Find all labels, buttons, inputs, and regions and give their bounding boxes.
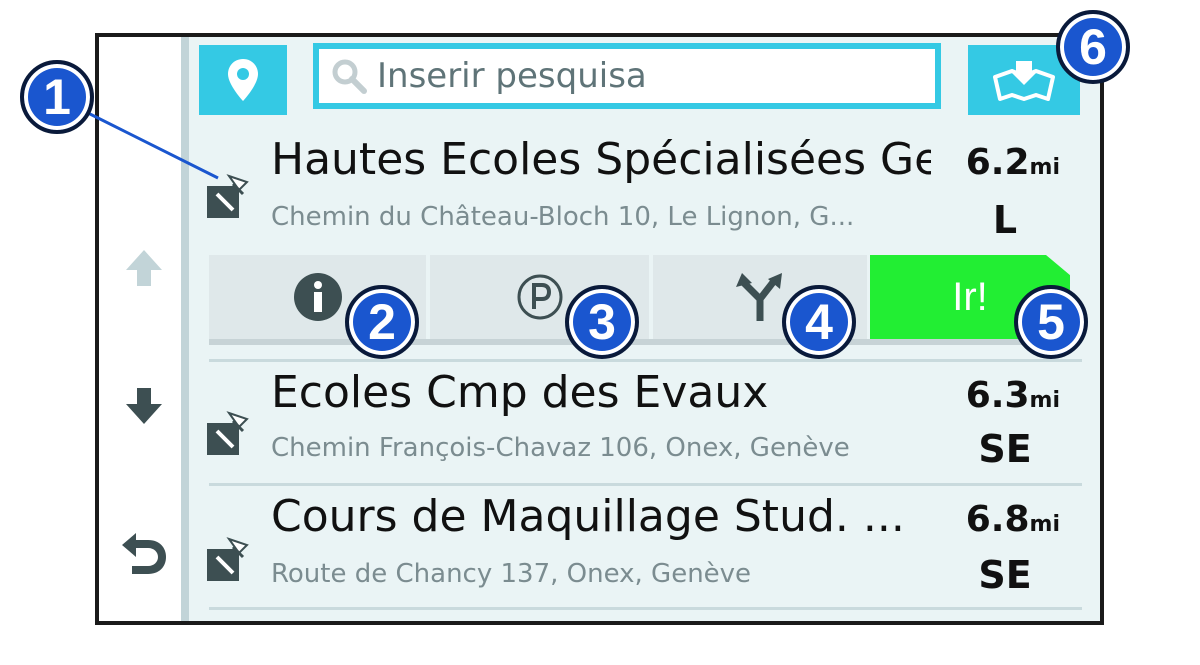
callout-number: 3 [588, 294, 616, 350]
callout-2: 2 [345, 285, 419, 359]
callout-number: 5 [1037, 294, 1065, 350]
callout-4: 4 [782, 285, 856, 359]
callout-1: 1 [20, 60, 94, 134]
callout-number: 2 [368, 294, 396, 350]
callout-number: 4 [805, 294, 833, 350]
callout-5: 5 [1014, 285, 1088, 359]
callout-3: 3 [565, 285, 639, 359]
callout-6: 6 [1056, 10, 1130, 84]
callout-number: 6 [1079, 19, 1107, 75]
callout-number: 1 [43, 69, 71, 125]
